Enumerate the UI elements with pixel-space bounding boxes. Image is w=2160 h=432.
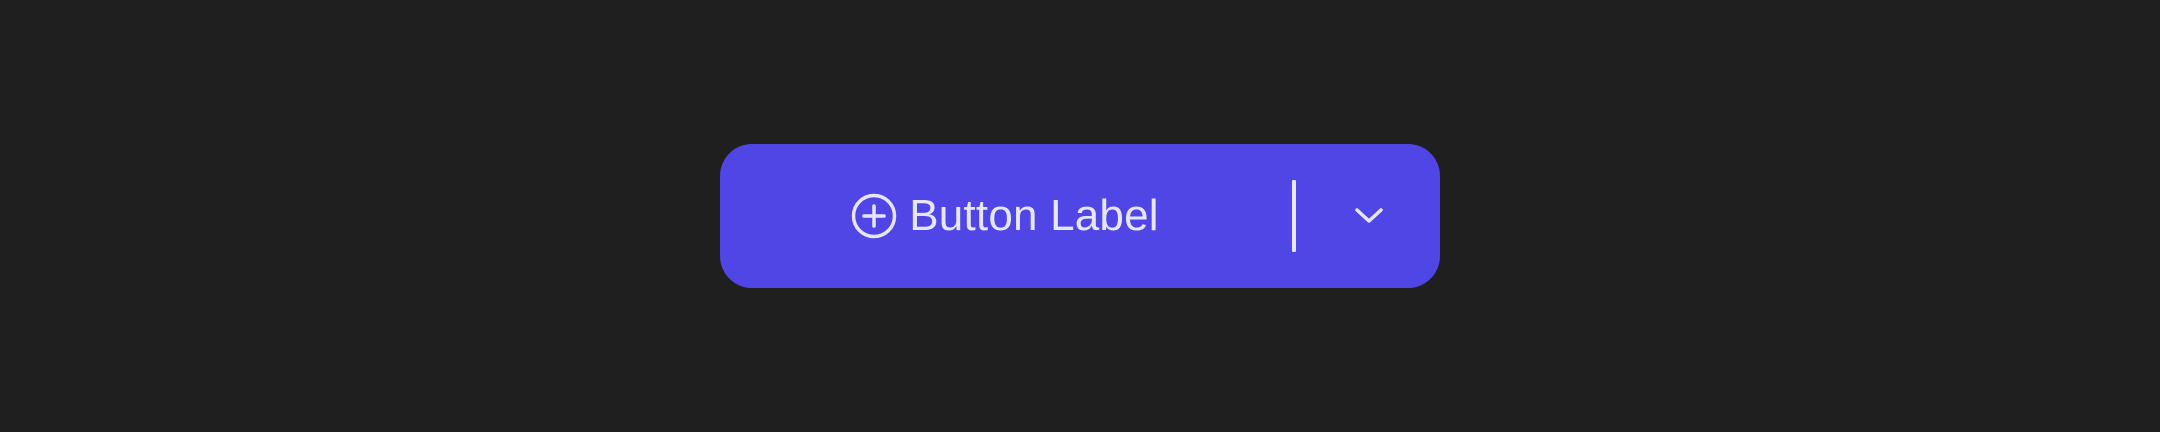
button-divider [1292,180,1296,252]
split-button: Button Label [720,144,1440,288]
canvas: Button Label [0,0,2160,432]
dropdown-toggle-button[interactable] [1298,144,1440,288]
chevron-down-icon [1352,199,1386,233]
button-label: Button Label [909,191,1159,240]
plus-circle-icon [851,193,897,239]
primary-action-button[interactable]: Button Label [720,144,1290,288]
